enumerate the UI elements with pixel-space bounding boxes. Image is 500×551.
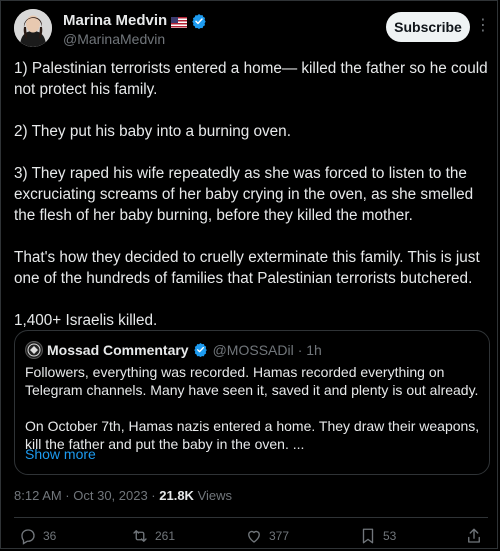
- author-avatar[interactable]: [14, 9, 52, 47]
- show-more-link[interactable]: Show more: [25, 446, 96, 462]
- more-options-icon[interactable]: ⋮: [475, 15, 491, 35]
- quoted-tweet[interactable]: Mossad Commentary @MOSSADil · 1h Followe…: [14, 330, 490, 475]
- verified-badge-icon[interactable]: [191, 13, 207, 29]
- tweet-paragraph: 1) Palestinian terrorists entered a home…: [14, 60, 488, 98]
- reply-count: 36: [43, 529, 57, 543]
- like-button[interactable]: 377: [245, 527, 289, 545]
- tweet-meta: 8:12 AM · Oct 30, 2023 · 21.8K Views: [14, 488, 232, 503]
- share-button[interactable]: [465, 527, 483, 545]
- reply-button[interactable]: 36: [19, 527, 56, 545]
- like-count: 377: [269, 529, 290, 543]
- tweet-paragraph: 1,400+ Israelis killed.: [14, 312, 158, 329]
- quoted-tweet-time: · 1h: [297, 342, 322, 358]
- tweet-text: 1) Palestinian terrorists entered a home…: [14, 58, 490, 352]
- quoted-author-avatar: [25, 341, 43, 359]
- bookmark-icon: [362, 528, 374, 544]
- quoted-author-handle: @MOSSADil: [212, 342, 294, 358]
- quoted-author-name: Mossad Commentary: [47, 342, 189, 358]
- heart-icon: [248, 530, 260, 543]
- tweet-header: Marina Medvin @MarinaMedvin Subscribe ⋮: [14, 9, 491, 49]
- bookmark-button[interactable]: 53: [359, 527, 396, 545]
- tweet-timestamp[interactable]: 8:12 AM · Oct 30, 2023 ·: [14, 488, 159, 503]
- views-label: Views: [193, 488, 233, 503]
- us-flag-icon: [171, 15, 188, 28]
- quoted-paragraph: Followers, everything was recorded. Hama…: [25, 364, 479, 398]
- reply-icon: [21, 529, 35, 545]
- tweet-card: Marina Medvin @MarinaMedvin Subscribe ⋮ …: [0, 0, 498, 549]
- tweet-paragraph: 2) They put his baby into a burning oven…: [14, 123, 291, 140]
- retweet-count: 261: [155, 529, 176, 543]
- quoted-tweet-header: Mossad Commentary @MOSSADil · 1h: [25, 341, 322, 359]
- verified-badge-icon: [193, 342, 209, 358]
- retweet-icon: [133, 530, 147, 542]
- tweet-paragraph: 3) They raped his wife repeatedly as she…: [14, 165, 474, 224]
- bookmark-count: 53: [383, 529, 397, 543]
- author-handle[interactable]: @MarinaMedvin: [63, 31, 165, 47]
- author-name[interactable]: Marina Medvin: [63, 12, 167, 29]
- retweet-button[interactable]: 261: [131, 527, 175, 545]
- share-icon: [468, 528, 480, 543]
- subscribe-button[interactable]: Subscribe: [386, 12, 470, 42]
- divider: [14, 517, 488, 518]
- views-count: 21.8K: [159, 488, 194, 503]
- tweet-paragraph: That's how they decided to cruelly exter…: [14, 249, 480, 287]
- action-bar: 36 261 377 53: [19, 527, 489, 549]
